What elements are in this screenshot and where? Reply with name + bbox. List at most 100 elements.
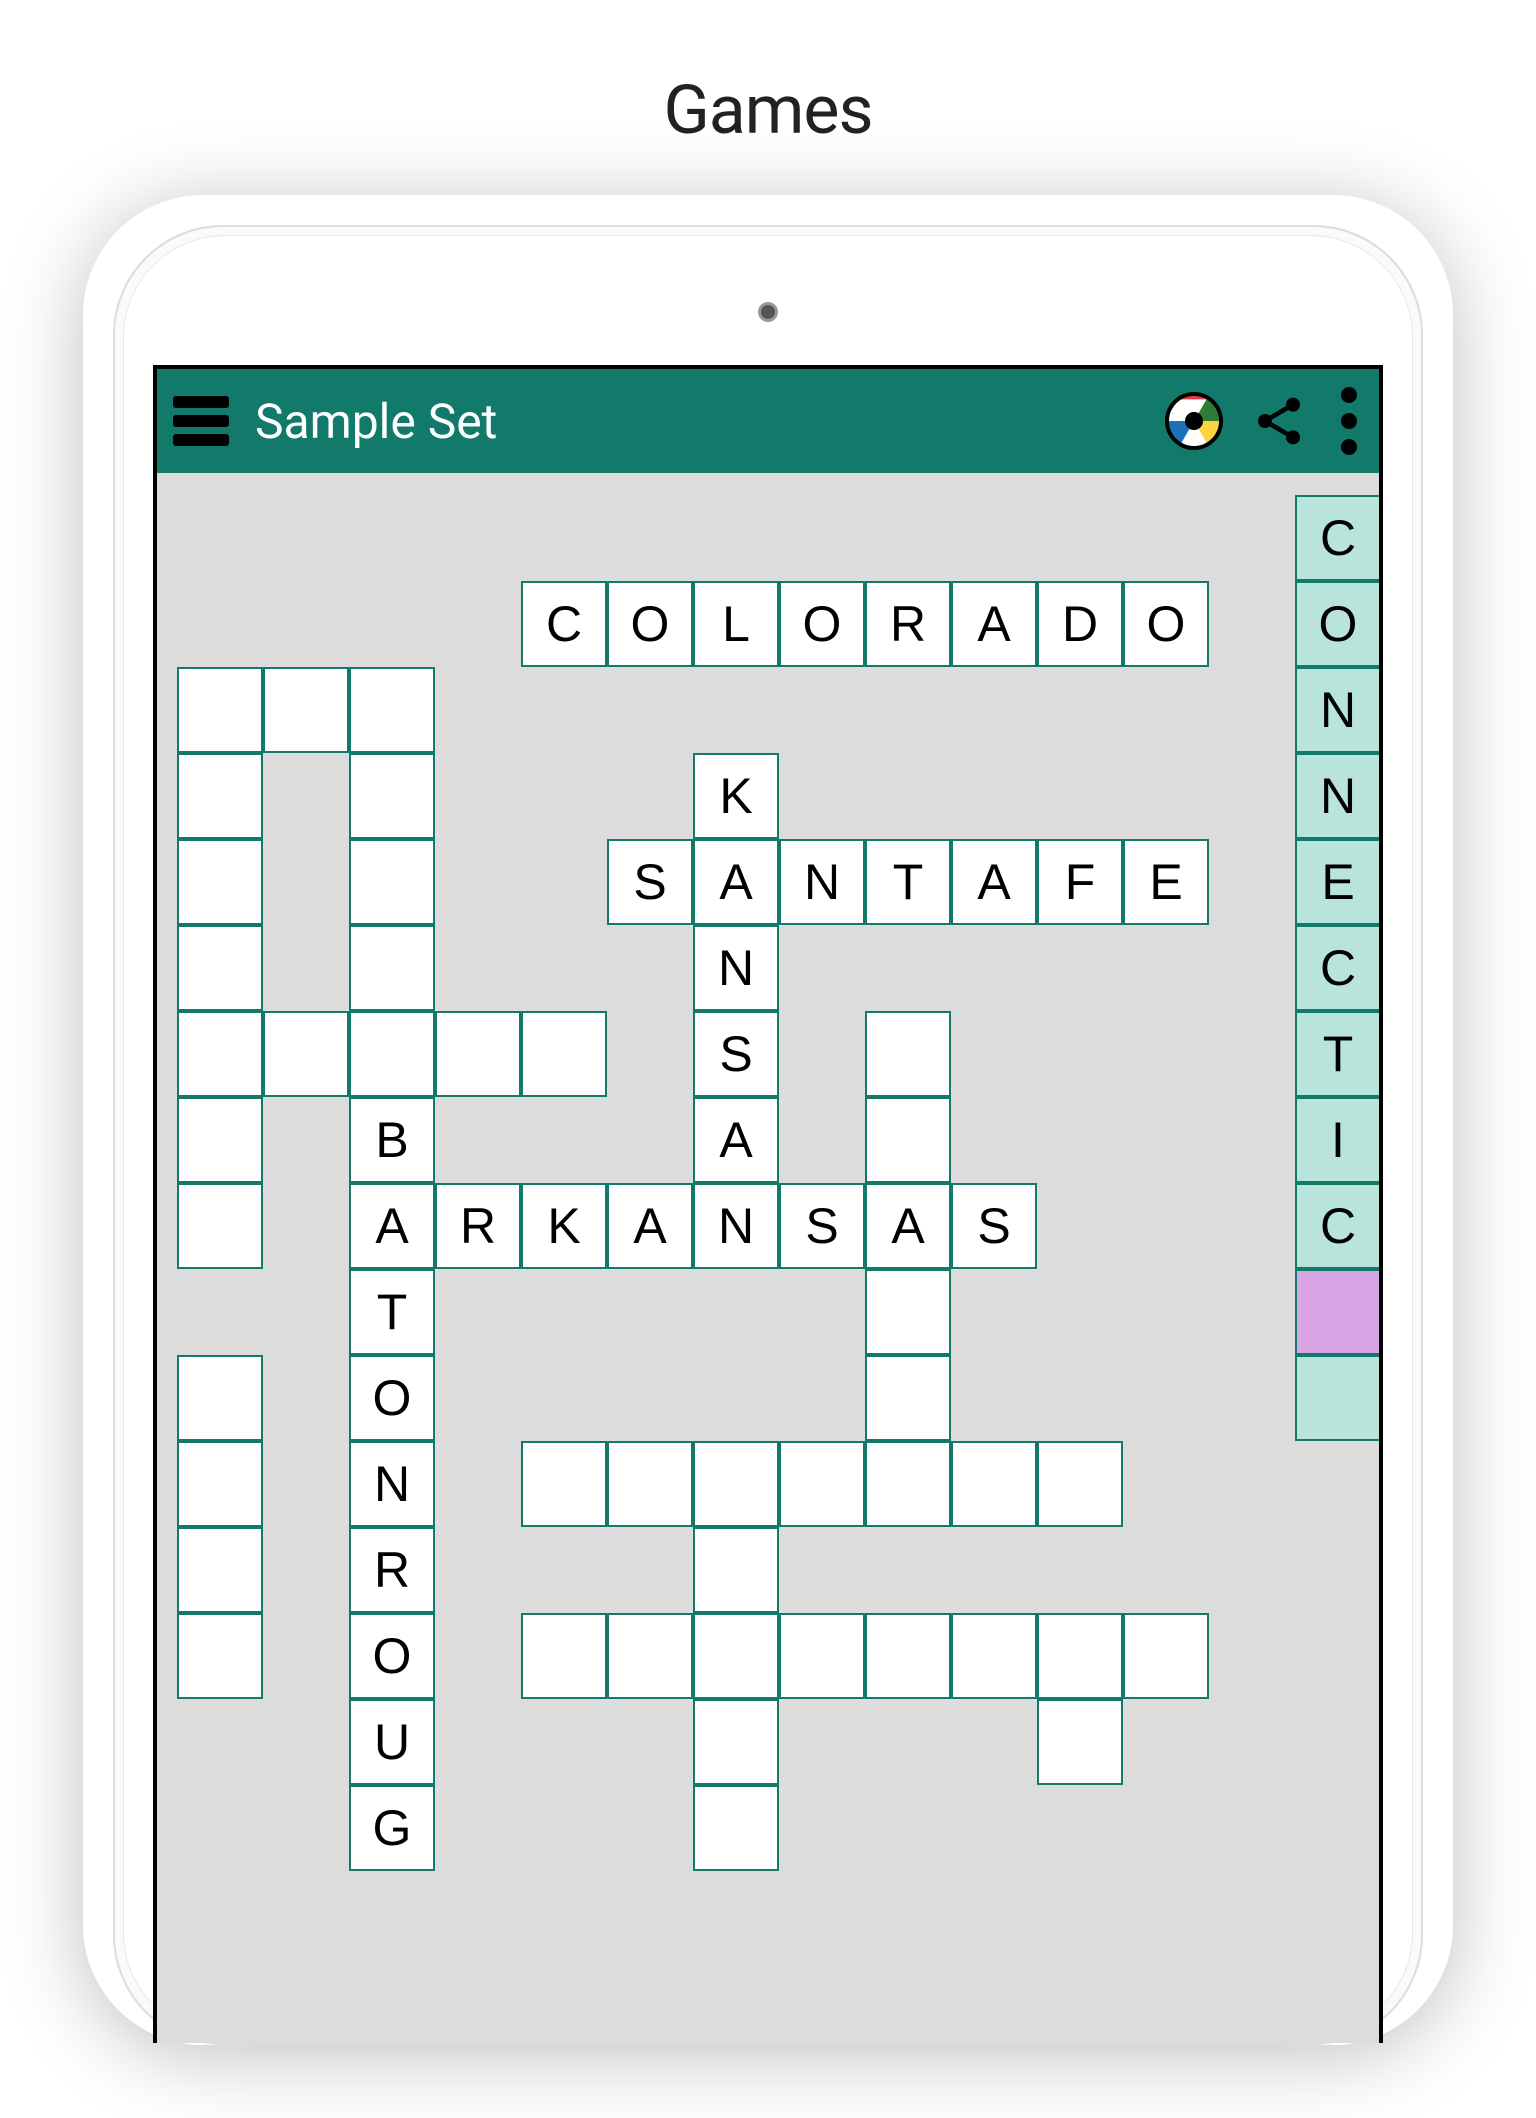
crossword-cell[interactable]: N [693,925,779,1011]
crossword-cell[interactable] [521,1613,607,1699]
crossword-cell[interactable] [349,1011,435,1097]
crossword-cell[interactable]: T [1295,1011,1381,1097]
crossword-cell[interactable] [693,1527,779,1613]
crossword-cell[interactable] [951,1613,1037,1699]
crossword-cell[interactable] [1123,1613,1209,1699]
crossword-cell[interactable] [263,667,349,753]
crossword-cell[interactable]: F [1037,839,1123,925]
crossword-cell[interactable]: A [349,1183,435,1269]
crossword-cell[interactable]: C [1295,1183,1381,1269]
crossword-cell[interactable]: N [349,1441,435,1527]
crossword-cell[interactable]: S [607,839,693,925]
tablet-frame: Sample Set [113,225,1423,2045]
crossword-cell[interactable] [865,1269,951,1355]
crossword-cell[interactable]: L [693,581,779,667]
crossword-cell[interactable]: C [1295,495,1381,581]
crossword-cell[interactable]: N [1295,667,1381,753]
crossword-cell[interactable] [693,1785,779,1871]
crossword-cell[interactable]: R [349,1527,435,1613]
crossword-cell[interactable] [1037,1699,1123,1785]
crossword-cell[interactable]: N [779,839,865,925]
crossword-cell[interactable]: I [1295,1097,1381,1183]
crossword-cell[interactable] [951,1441,1037,1527]
crossword-cell[interactable]: A [865,1183,951,1269]
tablet-camera [758,302,778,322]
crossword-cell[interactable]: S [693,1011,779,1097]
crossword-cell[interactable]: S [779,1183,865,1269]
crossword-cell[interactable]: E [1123,839,1209,925]
crossword-cell[interactable] [1295,1269,1381,1355]
crossword-cell[interactable] [693,1441,779,1527]
crossword-cell[interactable]: A [951,839,1037,925]
crossword-cell[interactable]: R [865,581,951,667]
crossword-cell[interactable]: K [521,1183,607,1269]
share-icon[interactable] [1251,393,1307,449]
crossword-cell[interactable] [607,1441,693,1527]
crossword-cell[interactable] [177,1355,263,1441]
crossword-cell[interactable] [865,1097,951,1183]
crossword-cell[interactable] [349,753,435,839]
crossword-cell[interactable]: A [693,839,779,925]
crossword-cell[interactable]: O [1295,581,1381,667]
crossword-cell[interactable] [263,1011,349,1097]
crossword-cell[interactable] [177,925,263,1011]
crossword-cell[interactable] [521,1011,607,1097]
crossword-cell[interactable] [177,839,263,925]
crossword-cell[interactable] [1037,1613,1123,1699]
crossword-cell[interactable]: C [521,581,607,667]
crossword-cell[interactable]: O [349,1613,435,1699]
crossword-cell[interactable]: T [865,839,951,925]
crossword-cell[interactable] [693,1613,779,1699]
color-wheel-icon[interactable] [1165,392,1223,450]
crossword-cell[interactable] [349,839,435,925]
crossword-cell[interactable]: A [607,1183,693,1269]
crossword-cell[interactable] [779,1441,865,1527]
app-bar: Sample Set [157,369,1379,473]
crossword-cell[interactable]: B [349,1097,435,1183]
crossword-cell[interactable] [177,1527,263,1613]
overflow-menu-icon[interactable] [1335,383,1363,459]
crossword-cell[interactable] [177,1097,263,1183]
crossword-cell[interactable] [435,1011,521,1097]
crossword-cell[interactable] [865,1613,951,1699]
crossword-cell[interactable] [865,1441,951,1527]
crossword-cell[interactable]: D [1037,581,1123,667]
crossword-cell[interactable]: O [779,581,865,667]
crossword-cell[interactable]: O [1123,581,1209,667]
crossword-cell[interactable] [177,1613,263,1699]
crossword-cell[interactable]: O [607,581,693,667]
crossword-cell[interactable]: C [1295,925,1381,1011]
crossword-cell[interactable]: E [1295,839,1381,925]
page-title: Games [0,70,1536,150]
crossword-cell[interactable]: N [693,1183,779,1269]
crossword-cell[interactable] [177,667,263,753]
crossword-cell[interactable] [177,1011,263,1097]
crossword-cell[interactable] [1037,1441,1123,1527]
crossword-cell[interactable] [1295,1355,1381,1441]
crossword-cell[interactable] [607,1613,693,1699]
crossword-cell[interactable]: U [349,1699,435,1785]
crossword-cell[interactable]: G [349,1785,435,1871]
crossword-cell[interactable] [865,1355,951,1441]
crossword-cell[interactable] [521,1441,607,1527]
app-bar-title: Sample Set [255,393,497,450]
crossword-cell[interactable]: K [693,753,779,839]
crossword-cell[interactable] [177,1441,263,1527]
crossword-cell[interactable]: T [349,1269,435,1355]
crossword-cell[interactable]: A [951,581,1037,667]
crossword-cell[interactable]: R [435,1183,521,1269]
crossword-cell[interactable] [865,1011,951,1097]
crossword-cell[interactable]: O [349,1355,435,1441]
crossword-area[interactable]: CCOLORADOONKNSANTAFEENCSTBAIARKANSASCTON… [157,473,1379,2043]
crossword-cell[interactable] [779,1613,865,1699]
menu-icon[interactable] [173,396,229,446]
crossword-cell[interactable]: N [1295,753,1381,839]
app-screen: Sample Set [153,365,1383,2043]
crossword-cell[interactable]: A [693,1097,779,1183]
crossword-cell[interactable] [177,753,263,839]
crossword-cell[interactable] [177,1183,263,1269]
crossword-cell[interactable] [349,667,435,753]
crossword-cell[interactable] [693,1699,779,1785]
crossword-cell[interactable]: S [951,1183,1037,1269]
crossword-cell[interactable] [349,925,435,1011]
